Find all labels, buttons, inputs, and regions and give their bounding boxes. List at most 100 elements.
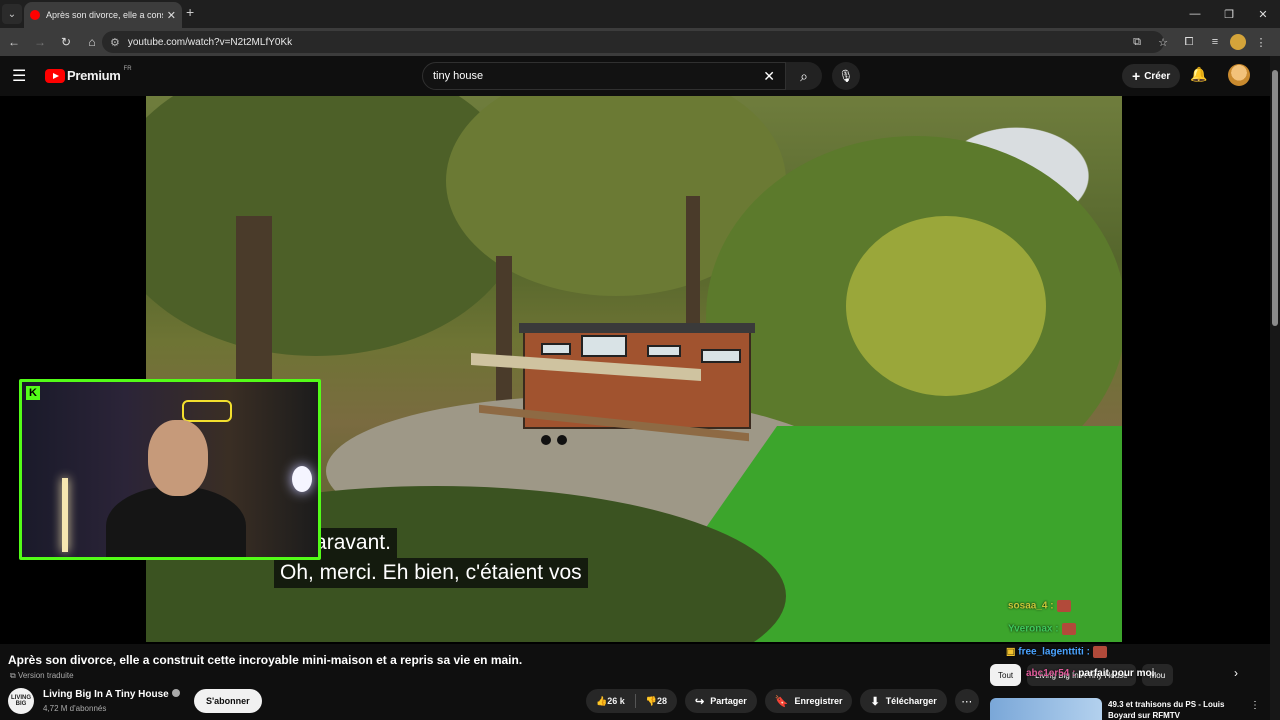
create-button[interactable]: + Créer: [1122, 64, 1181, 88]
search-button[interactable]: ⌕: [786, 62, 822, 90]
youtube-header: ☰ Premium FR tiny house ✕ ⌕ 🎙 + Créer 🔔: [0, 56, 1280, 96]
site-info-icon[interactable]: ⚙: [110, 36, 120, 49]
chat-separator: :: [1069, 668, 1079, 679]
more-actions-icon[interactable]: ⋯: [954, 689, 979, 713]
chat-separator: :: [1047, 600, 1054, 612]
tab-search-button[interactable]: ⌄: [2, 4, 22, 24]
thumbs-down-icon: 👎: [645, 695, 657, 706]
bookmark-star-icon[interactable]: ☆: [1152, 32, 1174, 52]
action-bar: 👍 26 k 👎 28 ↪ Partager 🔖 Enregistrer ⬇ Téléch…: [586, 689, 979, 713]
video-frame[interactable]: auparavant. Oh, merci. Eh bien, c'étaien…: [146, 96, 1122, 642]
subscribe-button[interactable]: S'abonner: [194, 689, 262, 713]
scrollbar-thumb[interactable]: [1272, 70, 1278, 326]
house-roof: [519, 323, 755, 333]
channel-avatar[interactable]: LIVING BIG: [8, 688, 34, 714]
house-window: [541, 343, 571, 355]
share-label: Partager: [710, 696, 747, 706]
logo-text: Premium: [67, 68, 121, 83]
badge-icon: ▣: [1006, 646, 1019, 658]
house-window: [701, 349, 741, 363]
like-button[interactable]: 👍 26 k: [586, 696, 635, 707]
hamburger-menu-icon[interactable]: ☰: [12, 66, 26, 86]
tab-title: Après son divorce, elle a construit: [46, 10, 163, 20]
chat-message: Yveronax :: [1008, 623, 1076, 635]
download-icon: ⬇: [870, 695, 880, 708]
search-query: tiny house: [433, 70, 484, 82]
chat-separator: :: [1052, 623, 1059, 635]
save-button[interactable]: 🔖 Enregistrer: [764, 689, 853, 713]
streamer-webcam: K: [19, 379, 321, 560]
youtube-premium-logo[interactable]: Premium FR: [45, 65, 132, 83]
create-label: Créer: [1144, 70, 1171, 82]
download-label: Télécharger: [885, 696, 937, 706]
bookmark-icon: 🔖: [774, 695, 789, 708]
user-avatar[interactable]: [1228, 64, 1250, 86]
microphone-icon: 🎙: [838, 69, 854, 83]
notifications-bell-icon[interactable]: 🔔: [1190, 66, 1207, 83]
region-code: FR: [123, 65, 132, 72]
browser-tab[interactable]: Après son divorce, elle a construit ✕: [24, 2, 182, 28]
save-label: Enregistrer: [794, 696, 843, 706]
tree-canopy: [846, 216, 1046, 396]
close-tab-icon[interactable]: ✕: [167, 9, 176, 22]
search-input[interactable]: tiny house ✕: [422, 62, 786, 90]
back-icon[interactable]: ←: [2, 30, 26, 54]
youtube-play-icon: [45, 68, 65, 83]
home-icon[interactable]: ⌂: [80, 30, 104, 54]
download-button[interactable]: ⬇ Télécharger: [860, 689, 947, 713]
neon-sign: [182, 400, 232, 422]
tree-trunk: [236, 216, 272, 396]
light-bar: [62, 478, 68, 552]
plus-icon: +: [1132, 68, 1141, 84]
new-tab-button[interactable]: +: [186, 4, 194, 20]
chat-username: Yveronax: [1008, 623, 1053, 635]
url-field[interactable]: ⚙ youtube.com/watch?v=N2t2MLfY0Kk: [102, 31, 1164, 53]
extensions-icon[interactable]: ⧠: [1178, 32, 1200, 52]
dislike-button[interactable]: 👎 28: [636, 696, 677, 707]
translate-icon: ⧉: [10, 671, 18, 680]
subscriber-count: 4,72 M d'abonnés: [43, 704, 107, 713]
browser-menu-icon[interactable]: ⋮: [1250, 32, 1272, 52]
recommended-title[interactable]: 49.3 et trahisons du PS - Louis Boyard s…: [1108, 699, 1240, 720]
reload-icon[interactable]: ↻: [54, 30, 78, 54]
house-window: [581, 335, 627, 357]
thumbs-up-icon: 👍: [596, 695, 608, 706]
clear-search-icon[interactable]: ✕: [763, 68, 775, 85]
window-controls: — ❐ ✕: [1178, 0, 1280, 28]
chat-message: ▣ free_lagenttiti :: [1006, 646, 1107, 658]
chat-username: sosaa_4: [1008, 600, 1048, 612]
chip-all[interactable]: Tout: [990, 664, 1022, 686]
voice-search-button[interactable]: 🎙: [832, 62, 860, 90]
video-player[interactable]: auparavant. Oh, merci. Eh bien, c'étaien…: [0, 96, 1270, 658]
media-controls-icon[interactable]: ≡: [1204, 32, 1226, 52]
chevron-right-icon[interactable]: ›: [1234, 666, 1238, 680]
channel-name[interactable]: Living Big In A Tiny House: [43, 689, 180, 700]
install-app-icon[interactable]: ⧉: [1126, 32, 1148, 52]
emote-icon: [1056, 600, 1071, 612]
browser-tab-bar: ⌄ Après son divorce, elle a construit ✕ …: [0, 0, 1280, 28]
profile-avatar-icon[interactable]: [1230, 34, 1246, 50]
search-icon: ⌕: [800, 67, 808, 84]
streamer-head: [148, 420, 208, 496]
recommended-thumbnail[interactable]: [990, 698, 1102, 720]
streamer-body: [106, 486, 246, 557]
chat-message: abc1er54 : parfait pour moi: [1026, 668, 1154, 679]
forward-icon[interactable]: →: [28, 30, 52, 54]
subtitle-line: Oh, merci. Eh bien, c'étaient vos: [274, 558, 588, 588]
restore-icon[interactable]: ❐: [1212, 0, 1246, 28]
recommended-menu-icon[interactable]: ⋮: [1250, 700, 1260, 711]
subtitles: auparavant. Oh, merci. Eh bien, c'étaien…: [274, 528, 588, 588]
close-window-icon[interactable]: ✕: [1246, 0, 1280, 28]
translated-badge: ⧉ Version traduite: [10, 671, 74, 681]
house-window: [647, 345, 681, 357]
share-icon: ↪: [694, 695, 705, 708]
like-dislike-group: 👍 26 k 👎 28: [586, 689, 677, 713]
share-button[interactable]: ↪ Partager: [684, 689, 757, 713]
video-title: Après son divorce, elle a construit cett…: [8, 653, 523, 667]
youtube-favicon-icon: [30, 10, 40, 20]
page-scrollbar[interactable]: [1270, 56, 1280, 720]
chat-username: abc1er54: [1026, 668, 1070, 679]
minimize-icon[interactable]: —: [1178, 0, 1212, 28]
tiny-house: [471, 319, 761, 449]
trailer-wheel: [557, 435, 567, 445]
